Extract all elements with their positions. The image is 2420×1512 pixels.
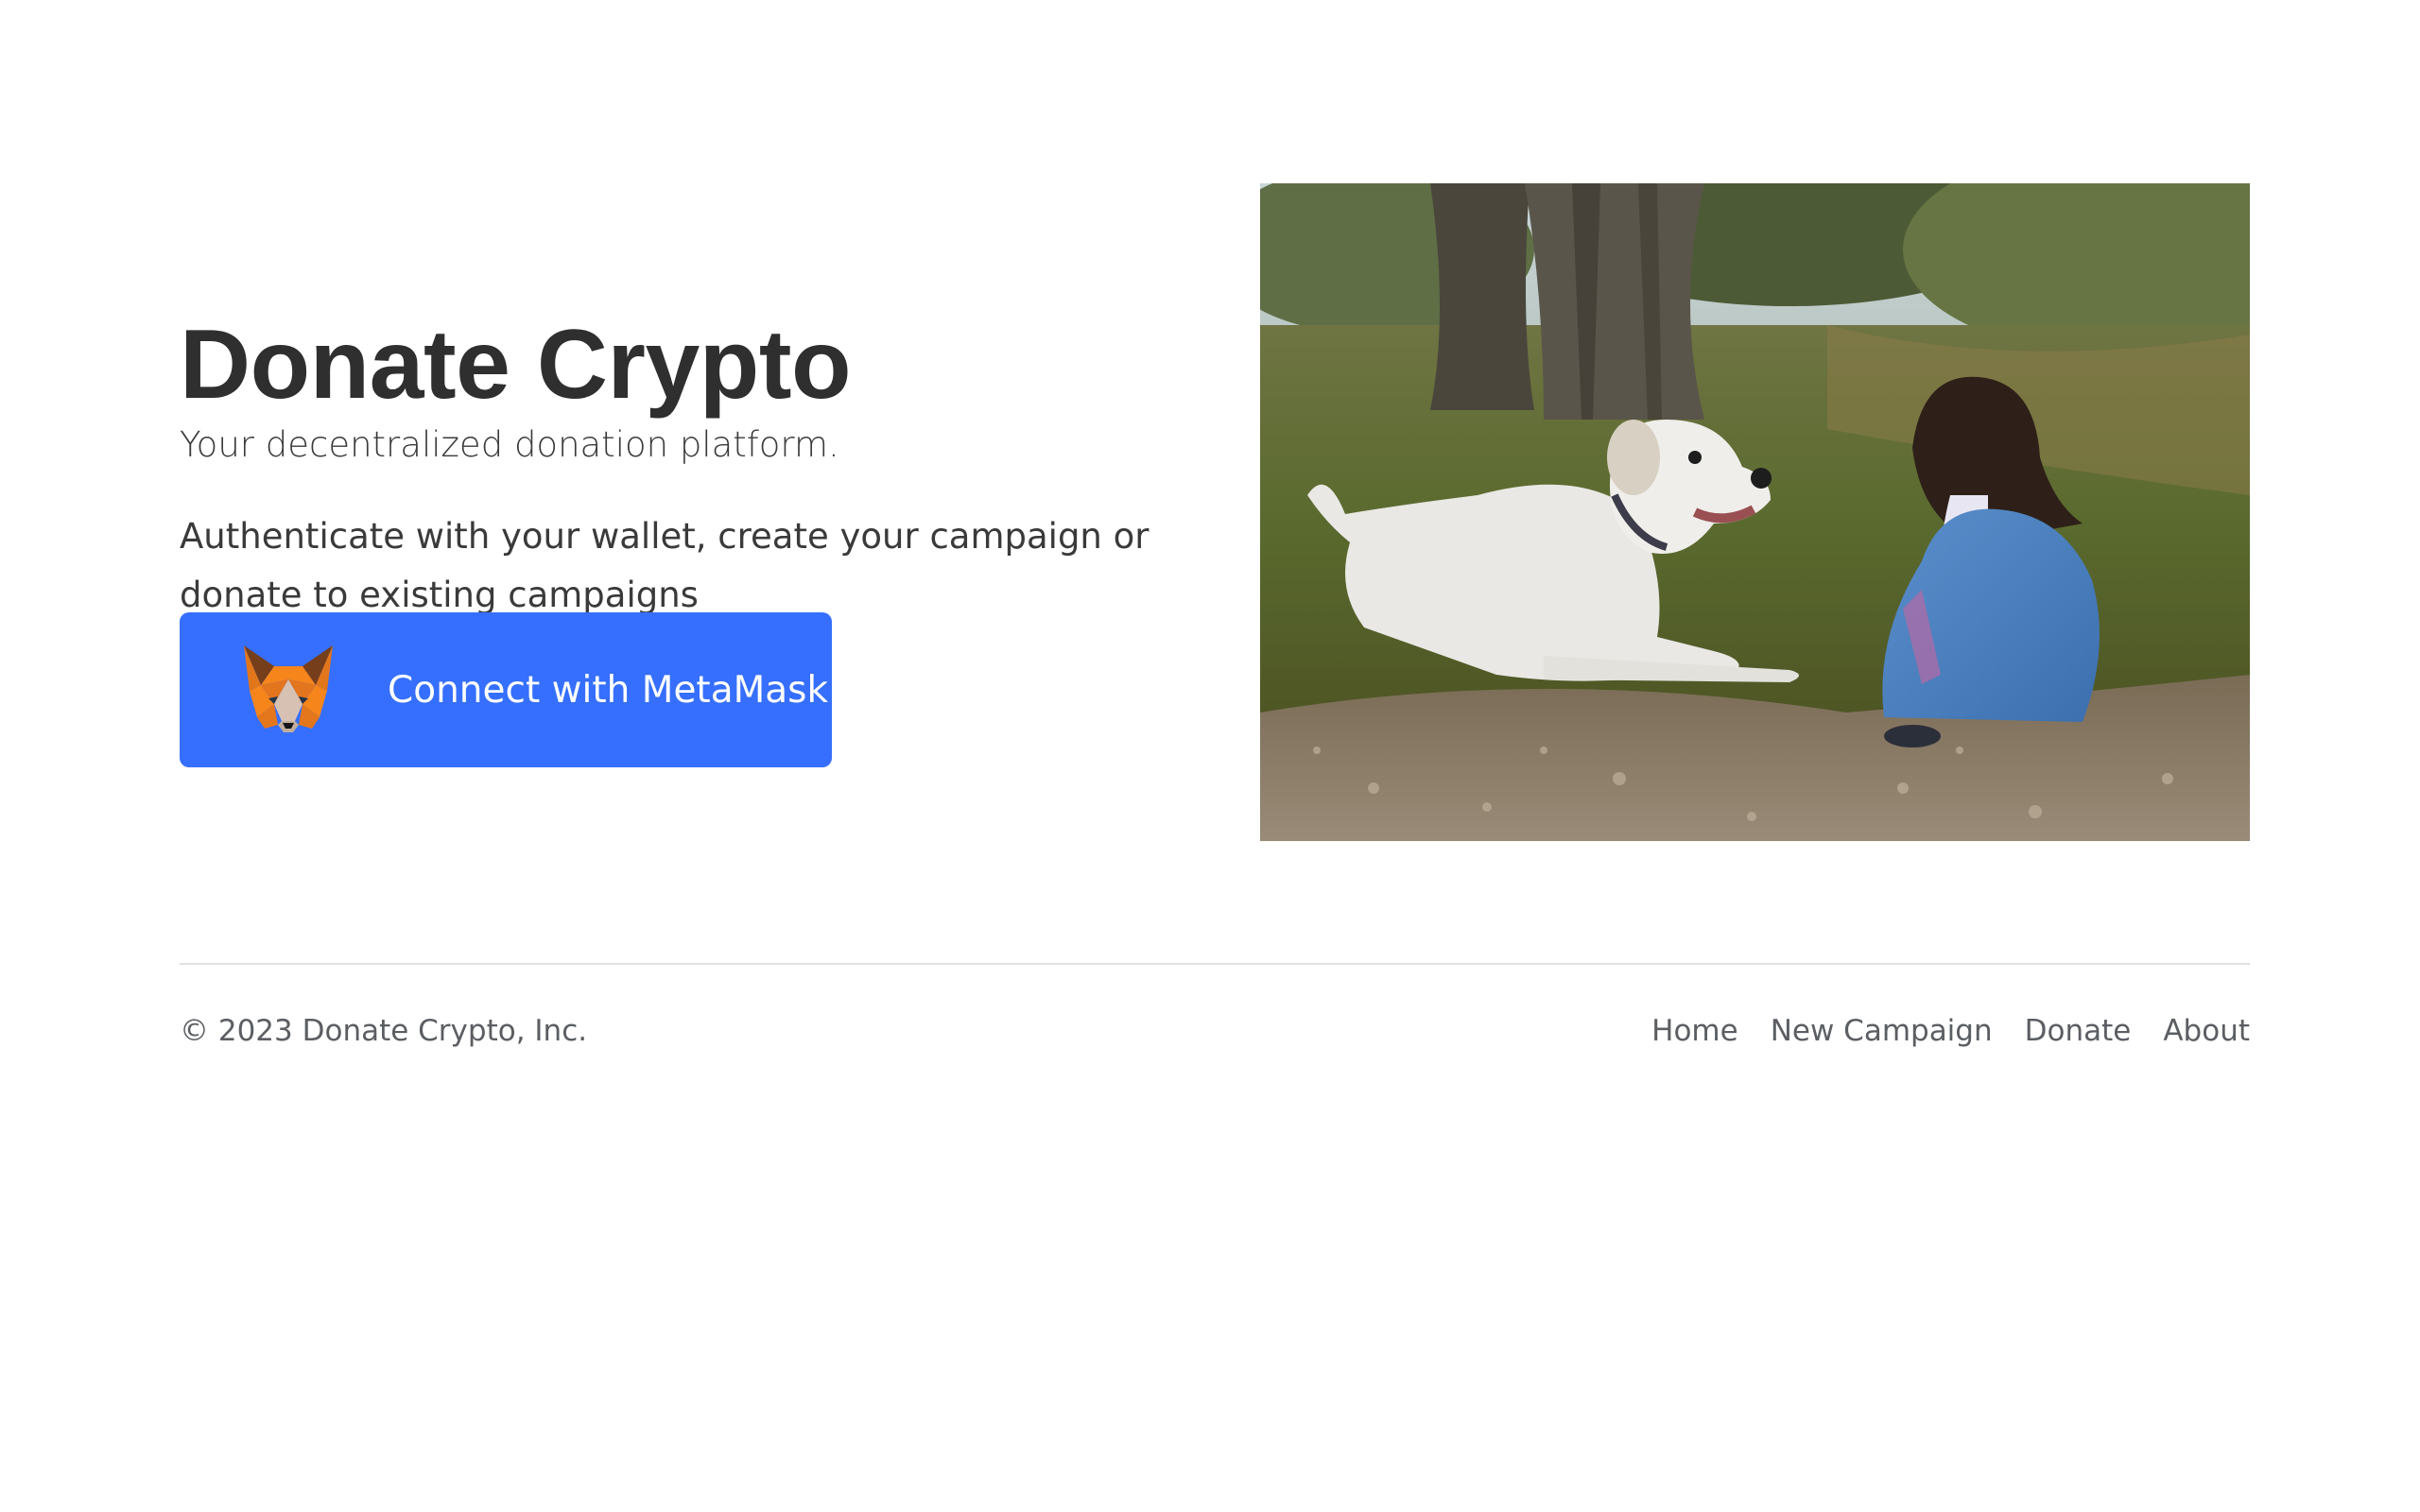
hero-section: Donate Crypto Your decentralized donatio… <box>180 183 2259 845</box>
page-title: Donate Crypto <box>180 309 851 420</box>
footer-divider <box>180 963 2250 965</box>
connect-button-label: Connect with MetaMask <box>388 668 829 712</box>
hero-subtitle: Your decentralized donation platform. <box>180 424 839 465</box>
footer-link-about[interactable]: About <box>2163 1014 2250 1048</box>
footer-nav: Home New Campaign Donate About <box>1651 1014 2250 1048</box>
dog-and-child-photo <box>1260 183 2250 841</box>
footer-link-new-campaign[interactable]: New Campaign <box>1771 1014 1993 1048</box>
hero-photo <box>1260 183 2250 841</box>
hero-description: Authenticate with your wallet, create yo… <box>180 516 1150 615</box>
footer-link-donate[interactable]: Donate <box>2025 1014 2132 1048</box>
copyright-text: © 2023 Donate Crypto, Inc. <box>180 1014 588 1048</box>
metamask-fox-icon <box>244 645 333 732</box>
footer-link-home[interactable]: Home <box>1651 1014 1738 1048</box>
connect-metamask-button[interactable]: Connect with MetaMask <box>180 612 832 767</box>
